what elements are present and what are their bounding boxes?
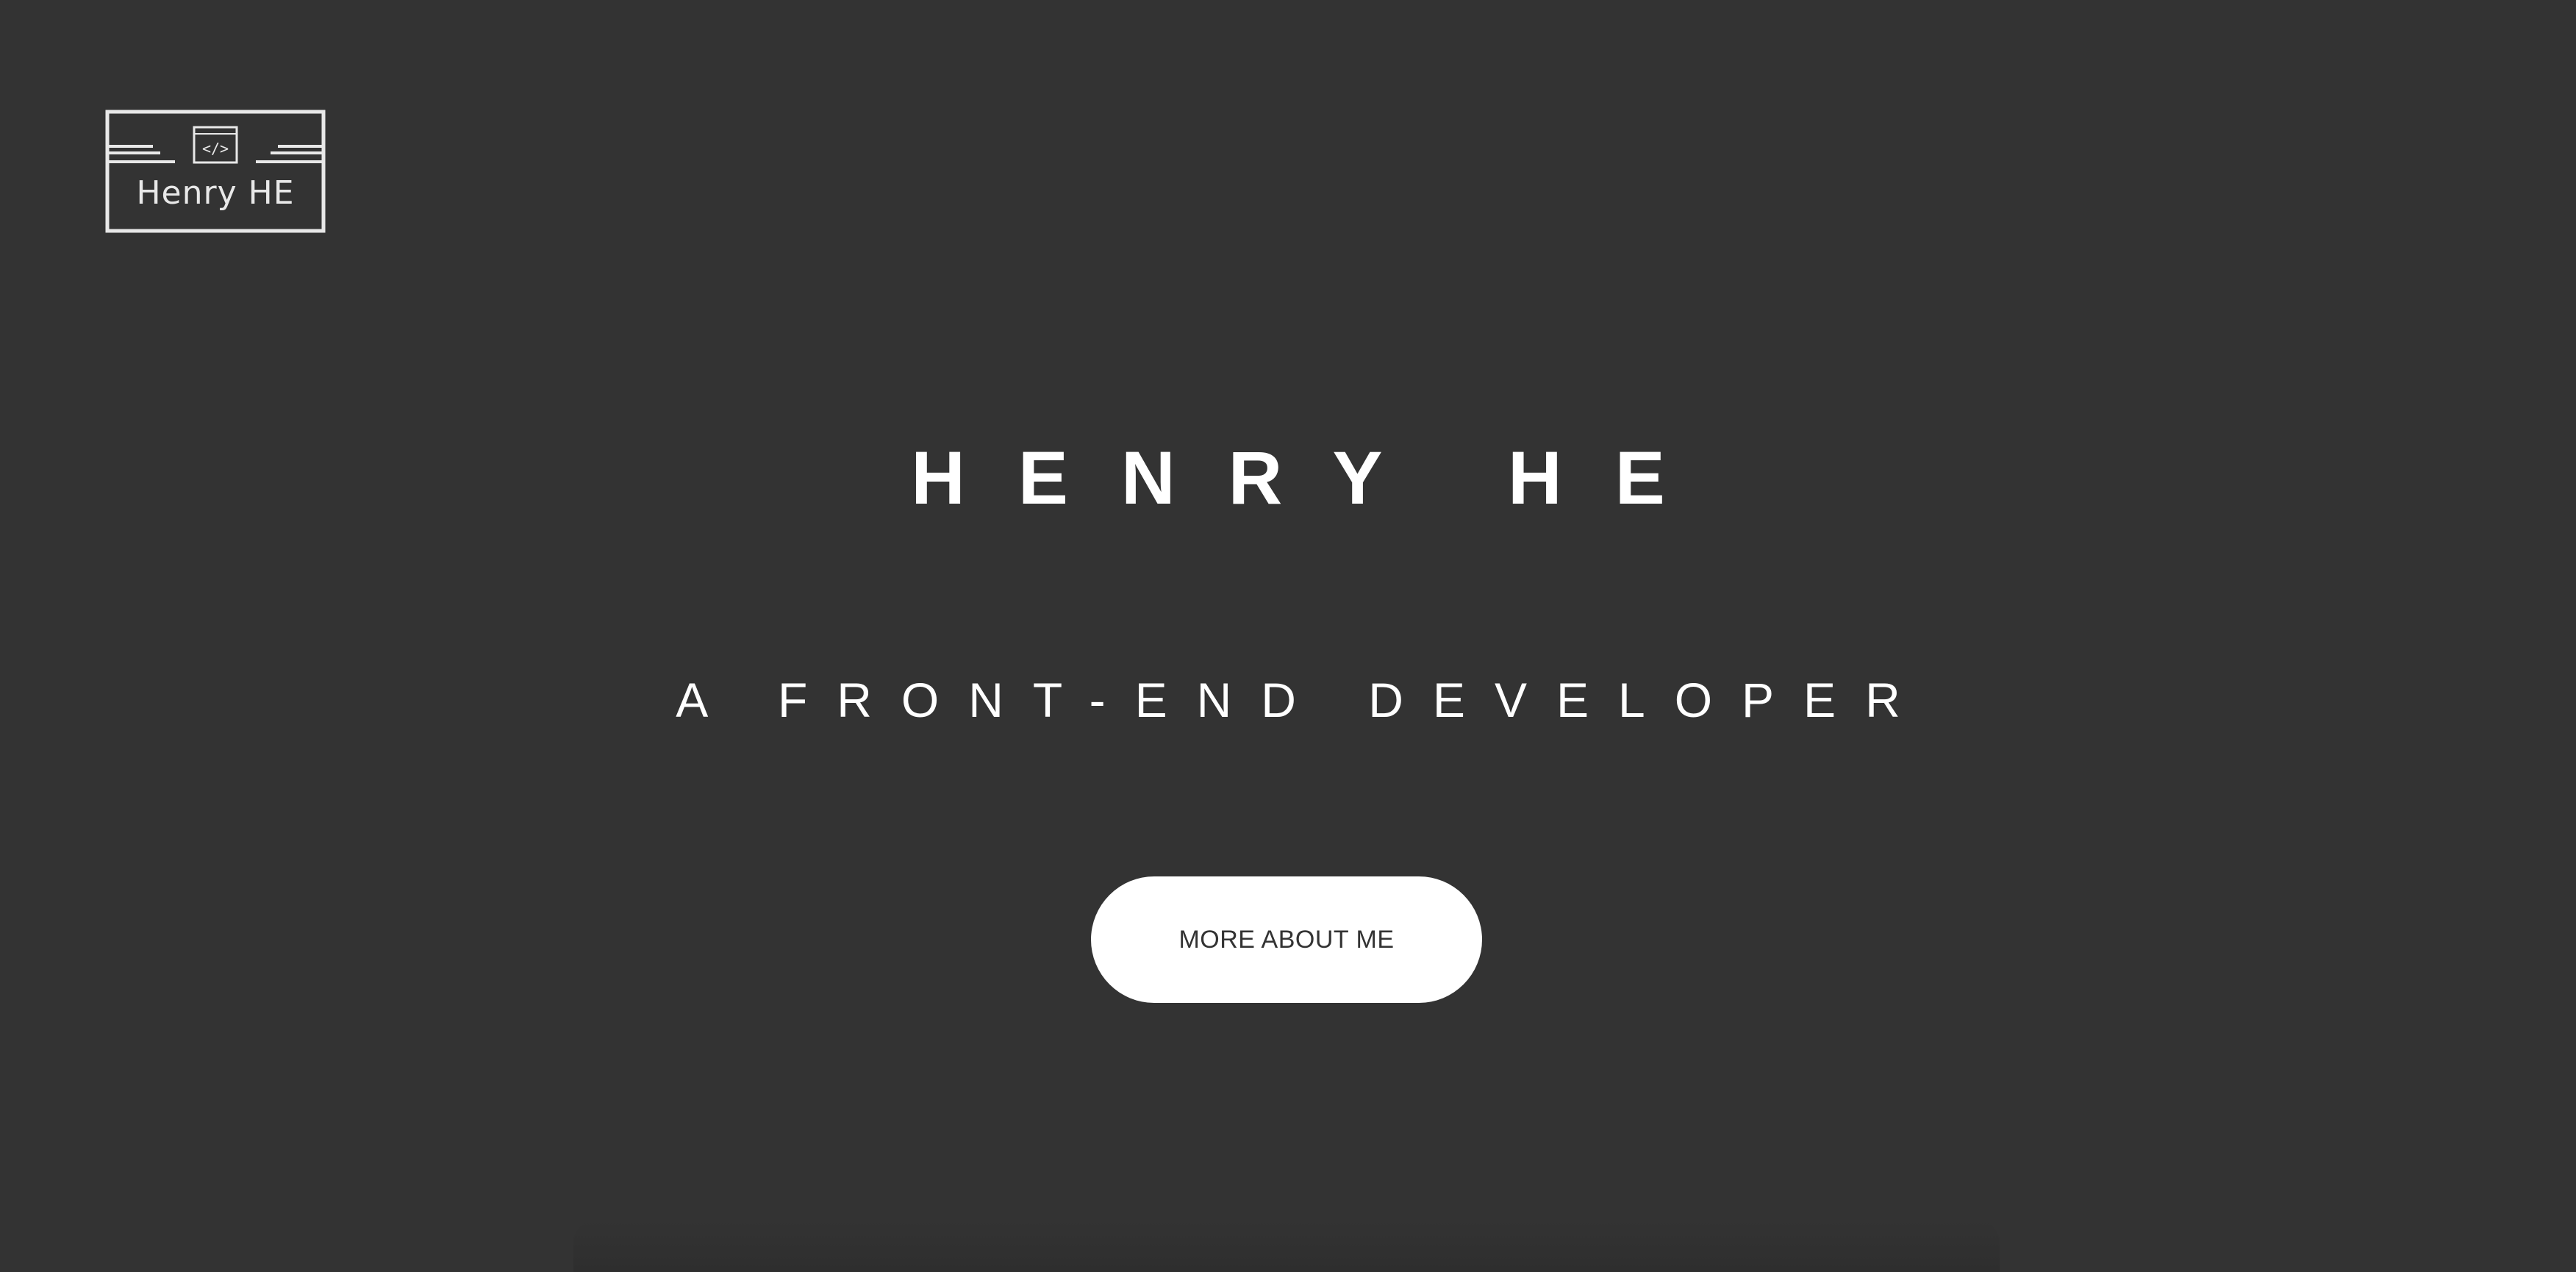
hero-subtitle: A FRONT-END DEVELOPER [676, 673, 1930, 727]
bottom-section-edge [573, 1221, 2000, 1272]
site-logo[interactable]: </> Henry HE [105, 110, 326, 233]
more-about-me-button[interactable]: MORE ABOUT ME [1091, 876, 1482, 1003]
logo-graphic: </> Henry HE [105, 110, 326, 233]
logo-code-symbol: </> [202, 140, 229, 157]
logo-text: Henry HE [136, 174, 294, 212]
hero-title: HENRY HE [911, 436, 1718, 520]
code-window-icon: </> [193, 126, 238, 164]
